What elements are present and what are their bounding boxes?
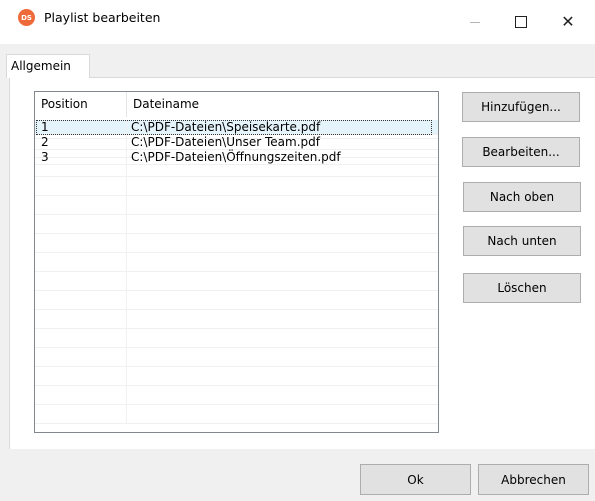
ok-button[interactable]: Ok: [360, 464, 471, 495]
maximize-icon: [515, 16, 527, 28]
delete-button[interactable]: Löschen: [463, 273, 581, 303]
maximize-button[interactable]: [498, 8, 544, 36]
cell-filename: C:\PDF-Dateien\Speisekarte.pdf: [131, 120, 321, 134]
minimize-icon: [470, 21, 480, 23]
close-button[interactable]: ✕: [545, 8, 591, 36]
move-up-button[interactable]: Nach oben: [463, 182, 581, 212]
table-body: 1 C:\PDF-Dateien\Speisekarte.pdf 2 C:\PD…: [35, 120, 438, 165]
add-button[interactable]: Hinzufügen...: [462, 92, 580, 122]
grid-row: [35, 310, 438, 329]
grid-row: [35, 405, 438, 424]
cell-position: 1: [35, 120, 127, 134]
move-down-button[interactable]: Nach unten: [463, 226, 581, 256]
table-grid: [35, 120, 438, 432]
playlist-table[interactable]: Position Dateiname 1 C:\PDF-Dateien\Spei…: [34, 91, 439, 433]
table-row[interactable]: 3 C:\PDF-Dateien\Öffnungszeiten.pdf: [35, 150, 438, 165]
cell-filename: C:\PDF-Dateien\Öffnungszeiten.pdf: [131, 150, 341, 164]
cell-filename: C:\PDF-Dateien\Unser Team.pdf: [131, 135, 320, 149]
edit-button[interactable]: Bearbeiten...: [462, 137, 580, 167]
grid-row: [35, 386, 438, 405]
cell-position: 2: [35, 135, 127, 149]
title-bar: DS Playlist bearbeiten ✕: [0, 0, 595, 44]
grid-row: [35, 348, 438, 367]
grid-row: [35, 291, 438, 310]
cell-position: 3: [35, 150, 127, 164]
grid-row: [35, 253, 438, 272]
grid-row: [35, 196, 438, 215]
minimize-button[interactable]: [452, 8, 498, 36]
app-logo-icon: DS: [18, 6, 35, 26]
grid-row: [35, 367, 438, 386]
grid-row: [35, 215, 438, 234]
app-logo-text: DS: [21, 13, 32, 22]
table-row[interactable]: 1 C:\PDF-Dateien\Speisekarte.pdf: [35, 120, 438, 135]
column-header-filename[interactable]: Dateiname: [127, 92, 438, 117]
window-title: Playlist bearbeiten: [44, 10, 161, 25]
grid-row: [35, 329, 438, 348]
table-header: Position Dateiname: [35, 92, 438, 117]
column-header-position[interactable]: Position: [35, 92, 127, 117]
table-row[interactable]: 2 C:\PDF-Dateien\Unser Team.pdf: [35, 135, 438, 150]
grid-row: [35, 177, 438, 196]
cancel-button[interactable]: Abbrechen: [478, 464, 589, 495]
close-icon: ✕: [561, 12, 575, 31]
tab-allgemein[interactable]: Allgemein: [6, 54, 90, 78]
grid-row: [35, 272, 438, 291]
grid-row: [35, 234, 438, 253]
